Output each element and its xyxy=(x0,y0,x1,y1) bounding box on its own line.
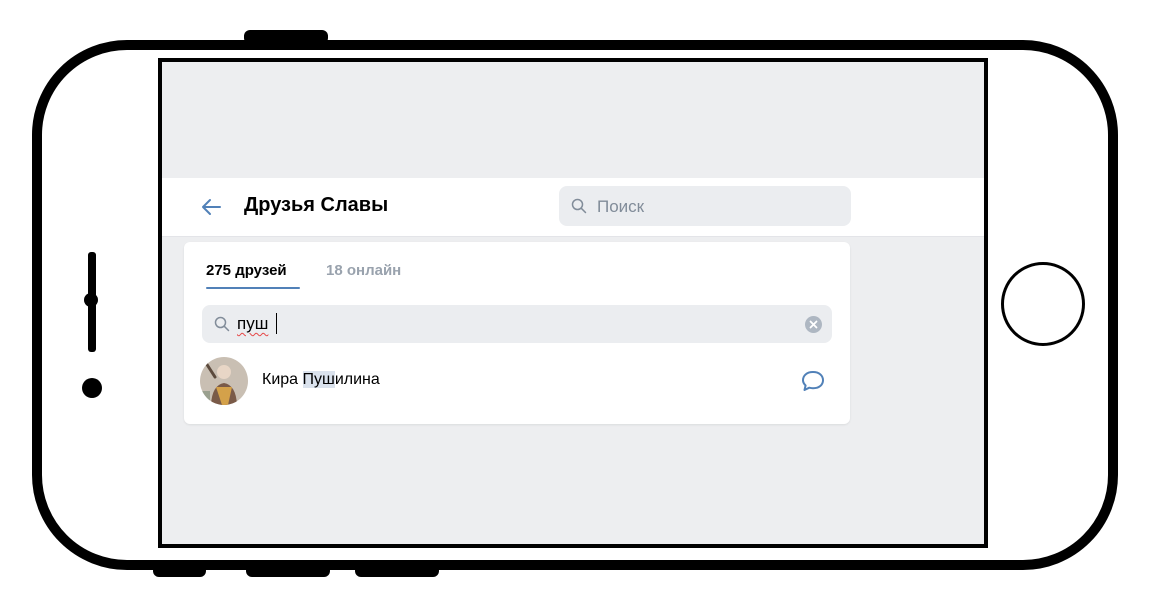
friends-filter-input[interactable]: пуш xyxy=(237,314,268,334)
search-icon xyxy=(214,316,230,332)
clear-icon[interactable] xyxy=(805,316,822,333)
sensor-dot xyxy=(82,378,102,398)
arrow-left-icon[interactable] xyxy=(200,196,222,218)
speaker-slot xyxy=(88,252,96,352)
tab-all-friends[interactable]: 275 друзей xyxy=(206,262,287,279)
app-screen: Друзья Славы 275 друзей 18 онлайн пуш xyxy=(158,58,988,548)
list-item[interactable]: Кира Пушилина xyxy=(200,355,834,411)
search-icon xyxy=(571,198,587,214)
global-search-input[interactable] xyxy=(595,186,839,228)
tab-online-friends[interactable]: 18 онлайн xyxy=(326,262,401,279)
bottom-hardware-button-1 xyxy=(153,565,206,577)
friend-name[interactable]: Кира Пушилина xyxy=(262,371,380,389)
bottom-hardware-button-3 xyxy=(355,565,439,577)
friend-name-match: Пуш xyxy=(302,371,335,388)
home-button[interactable] xyxy=(1001,262,1085,346)
avatar[interactable] xyxy=(200,357,248,405)
page-title: Друзья Славы xyxy=(244,194,389,216)
active-tab-indicator xyxy=(206,287,300,289)
friends-card: 275 друзей 18 онлайн пуш Кира Пушилина xyxy=(184,242,850,424)
friends-filter[interactable]: пуш xyxy=(202,305,832,343)
top-hardware-button xyxy=(244,30,328,44)
friend-name-suffix: илина xyxy=(334,371,380,388)
friend-name-prefix: Кира xyxy=(262,371,303,388)
bottom-hardware-button-2 xyxy=(246,565,330,577)
page-header: Друзья Славы xyxy=(162,178,984,237)
text-caret xyxy=(276,313,277,334)
global-search[interactable] xyxy=(559,186,851,228)
message-icon[interactable] xyxy=(800,369,826,393)
